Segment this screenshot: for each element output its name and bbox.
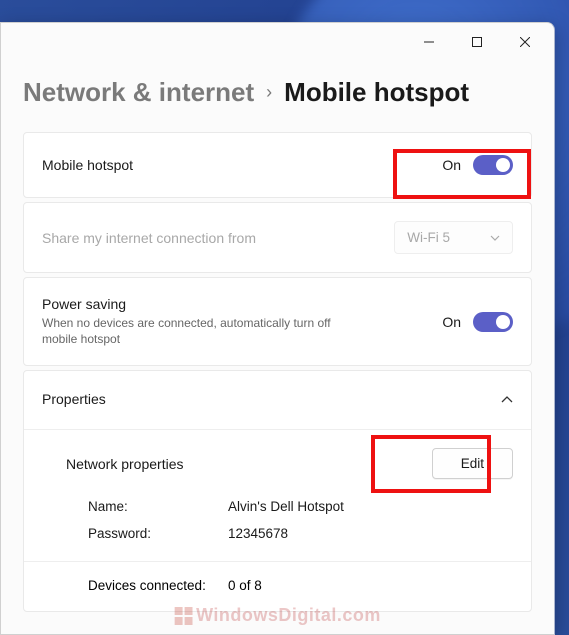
share-from-row: Share my internet connection from Wi-Fi … — [24, 203, 531, 272]
network-properties-label: Network properties — [66, 456, 184, 472]
edit-button[interactable]: Edit — [432, 448, 513, 479]
power-saving-label: Power saving — [42, 296, 342, 312]
password-value: 12345678 — [228, 526, 288, 541]
settings-window: Network & internet › Mobile hotspot Mobi… — [0, 22, 555, 635]
page-title: Mobile hotspot — [284, 77, 469, 108]
hotspot-label: Mobile hotspot — [42, 157, 133, 173]
close-button[interactable] — [502, 26, 548, 58]
share-from-select[interactable]: Wi-Fi 5 — [394, 221, 513, 254]
minimize-button[interactable] — [406, 26, 452, 58]
power-saving-state-text: On — [442, 314, 461, 330]
properties-header-row[interactable]: Properties — [24, 371, 531, 429]
name-row: Name: Alvin's Dell Hotspot — [24, 493, 531, 520]
hotspot-toggle-row[interactable]: Mobile hotspot On — [24, 133, 531, 197]
hotspot-state-text: On — [442, 157, 461, 173]
password-row: Password: 12345678 — [24, 520, 531, 547]
chevron-right-icon: › — [266, 82, 272, 103]
breadcrumb-parent[interactable]: Network & internet — [23, 77, 254, 108]
hotspot-toggle-card: Mobile hotspot On — [23, 132, 532, 198]
maximize-icon — [472, 37, 482, 47]
properties-body: Network properties Edit Name: Alvin's De… — [24, 429, 531, 611]
network-properties-row: Network properties Edit — [24, 430, 531, 493]
share-from-value: Wi-Fi 5 — [407, 230, 450, 245]
properties-header: Properties — [42, 391, 106, 407]
name-value: Alvin's Dell Hotspot — [228, 499, 344, 514]
devices-label: Devices connected: — [88, 578, 228, 593]
watermark-text: WindowsDigital.com — [196, 605, 381, 626]
breadcrumb: Network & internet › Mobile hotspot — [23, 77, 532, 108]
watermark: WindowsDigital.com — [174, 605, 381, 626]
titlebar — [1, 23, 554, 61]
power-saving-description: When no devices are connected, automatic… — [42, 315, 342, 347]
power-saving-toggle[interactable] — [473, 312, 513, 332]
close-icon — [520, 37, 530, 47]
chevron-up-icon — [501, 396, 513, 403]
power-saving-card: Power saving When no devices are connect… — [23, 277, 532, 366]
name-label: Name: — [88, 499, 228, 514]
share-from-label: Share my internet connection from — [42, 230, 256, 246]
chevron-down-icon — [490, 235, 500, 241]
password-label: Password: — [88, 526, 228, 541]
share-from-card: Share my internet connection from Wi-Fi … — [23, 202, 532, 273]
power-saving-row[interactable]: Power saving When no devices are connect… — [24, 278, 531, 365]
maximize-button[interactable] — [454, 26, 500, 58]
content-area: Network & internet › Mobile hotspot Mobi… — [1, 77, 554, 612]
properties-card: Properties Network properties Edit Name:… — [23, 370, 532, 612]
windows-icon — [174, 607, 192, 625]
hotspot-toggle[interactable] — [473, 155, 513, 175]
minimize-icon — [424, 37, 434, 47]
devices-value: 0 of 8 — [228, 578, 262, 593]
